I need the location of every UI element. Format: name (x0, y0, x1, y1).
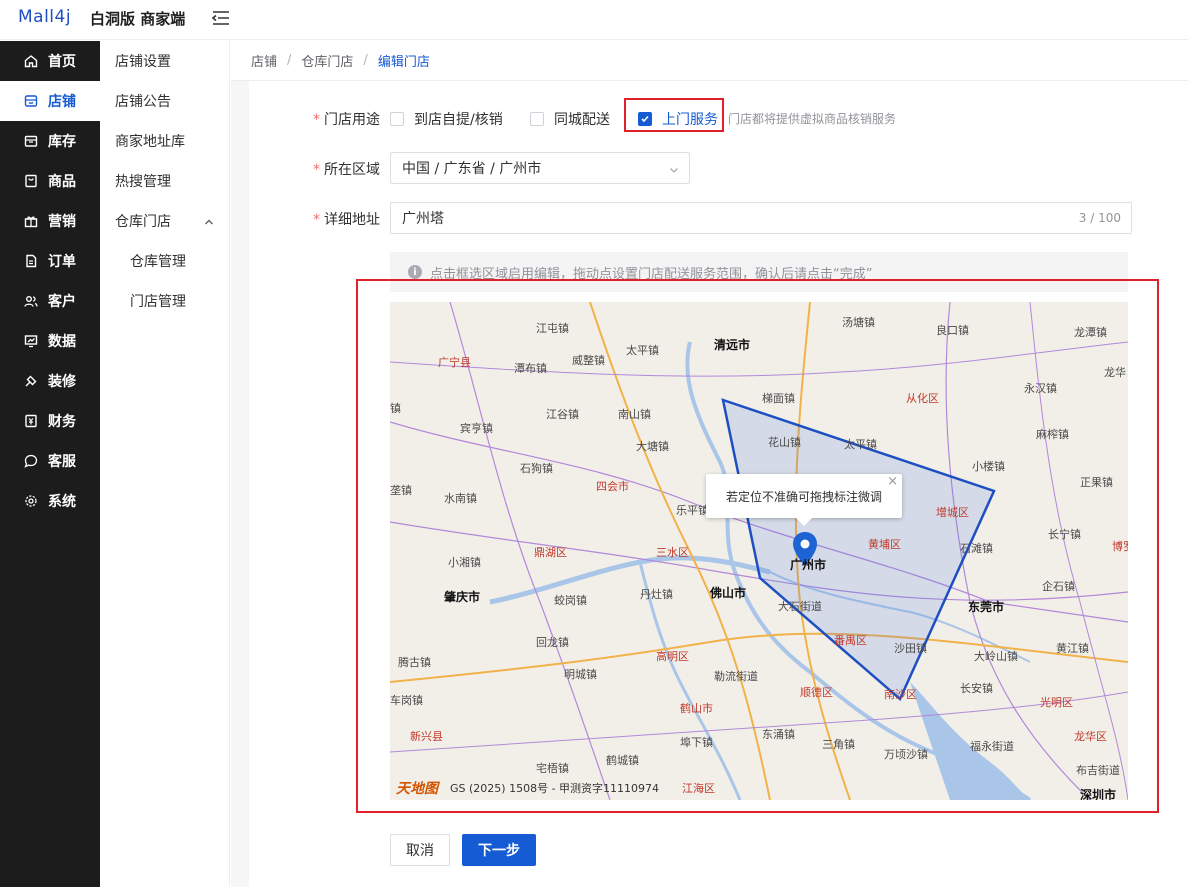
sidebar-item-label: 商品 (48, 174, 76, 190)
address-char-count: 3 / 100 (1078, 211, 1121, 225)
checkbox-box[interactable] (390, 112, 404, 126)
checkbox-label: 同城配送 (554, 112, 610, 128)
info-icon: i (408, 265, 422, 279)
sidebar-item-label: 财务 (48, 414, 76, 430)
subnav-item-shop-settings[interactable]: 店铺设置 (115, 41, 171, 81)
annotation-highlight-box (356, 279, 1159, 813)
cancel-button[interactable]: 取消 (390, 834, 450, 866)
sidebar-item-stock[interactable]: 库存 (0, 121, 100, 161)
breadcrumb-separator: / (287, 53, 292, 68)
sidebar-item-shop[interactable]: 店铺 (0, 81, 100, 121)
sidebar-item-goods[interactable]: 商品 (0, 161, 100, 201)
decorate-icon (24, 374, 38, 388)
subnav-item-warehouse-manage[interactable]: 仓库管理 (130, 241, 186, 281)
menu-collapse-icon[interactable] (211, 10, 230, 26)
sub-navigation: 店铺设置 店铺公告 商家地址库 热搜管理 仓库门店 仓库管理 门店管理 (100, 41, 230, 887)
address-value: 广州塔 (402, 211, 444, 227)
breadcrumb-current: 编辑门店 (377, 55, 430, 70)
breadcrumb-separator: / (363, 53, 368, 68)
purpose-label: * 门店用途 (313, 112, 380, 128)
subnav-item-hot-search[interactable]: 热搜管理 (115, 161, 171, 201)
goods-icon (24, 174, 38, 188)
sidebar-item-data[interactable]: 数据 (0, 321, 100, 361)
sidebar-item-label: 客户 (48, 294, 76, 310)
breadcrumb-item[interactable]: 仓库门店 (301, 51, 353, 70)
checkbox-label: 到店自提/核销 (414, 112, 503, 128)
sidebar-item-marketing[interactable]: 营销 (0, 201, 100, 241)
sidebar-item-home[interactable]: 首页 (0, 41, 100, 81)
region-select[interactable]: 中国 / 广东省 / 广州市 (390, 152, 690, 184)
sidebar-item-service[interactable]: 客服 (0, 441, 100, 481)
sidebar-item-label: 客服 (48, 454, 76, 470)
checkbox-box[interactable] (530, 112, 544, 126)
address-input[interactable]: 广州塔 3 / 100 (390, 202, 1132, 234)
sidebar-item-label: 库存 (48, 134, 76, 150)
breadcrumb: 店铺 / 仓库门店 / 编辑门店 (231, 41, 1188, 81)
sidebar-item-label: 营销 (48, 214, 76, 230)
gear-icon (24, 494, 38, 508)
sidebar-item-label: 装修 (48, 374, 76, 390)
checkbox-pickup[interactable]: 到店自提/核销 (390, 109, 503, 129)
customer-icon (24, 294, 38, 308)
sidebar-item-label: 系统 (48, 494, 76, 510)
purpose-hint: 门店都将提供虚拟商品核销服务 (728, 112, 897, 126)
subnav-item-shop-notice[interactable]: 店铺公告 (115, 81, 171, 121)
order-icon (24, 254, 38, 268)
finance-icon (24, 414, 38, 428)
shop-icon (24, 94, 38, 108)
sidebar-item-decorate[interactable]: 装修 (0, 361, 100, 401)
next-step-button[interactable]: 下一步 (462, 834, 536, 866)
breadcrumb-item[interactable]: 店铺 (251, 51, 277, 70)
content-gutter (231, 81, 249, 887)
sidebar-item-label: 店铺 (48, 94, 76, 110)
logo: Mall4j (18, 7, 72, 27)
sidebar-item-finance[interactable]: 财务 (0, 401, 100, 441)
checkbox-local-delivery[interactable]: 同城配送 (530, 109, 610, 129)
sidebar: 首页 店铺 库存 商品 营销 订单 客户 数据 装修 财务 客服 系统 (0, 41, 100, 887)
region-value: 中国 / 广东省 / 广州市 (402, 161, 542, 177)
sidebar-item-label: 订单 (48, 254, 76, 270)
home-icon (24, 54, 38, 68)
logo-text: 白洞版 商家端 (90, 10, 186, 28)
sidebar-item-label: 首页 (48, 54, 76, 70)
stock-icon (24, 134, 38, 148)
sidebar-item-order[interactable]: 订单 (0, 241, 100, 281)
chevron-up-icon[interactable] (204, 215, 214, 225)
chat-icon (24, 454, 38, 468)
sidebar-item-label: 数据 (48, 334, 76, 350)
data-icon (24, 334, 38, 348)
subnav-item-address-book[interactable]: 商家地址库 (115, 121, 185, 161)
subnav-item-warehouse-store[interactable]: 仓库门店 (115, 201, 171, 241)
subnav-item-store-manage[interactable]: 门店管理 (130, 281, 186, 321)
gift-icon (24, 214, 38, 228)
annotation-highlight-box (624, 98, 724, 132)
top-bar: Mall4j 白洞版 商家端 (0, 0, 1188, 40)
sidebar-item-system[interactable]: 系统 (0, 481, 100, 521)
region-label: * 所在区域 (313, 162, 380, 178)
address-label: * 详细地址 (313, 212, 380, 228)
chevron-down-icon (669, 163, 679, 173)
sidebar-item-customer[interactable]: 客户 (0, 281, 100, 321)
